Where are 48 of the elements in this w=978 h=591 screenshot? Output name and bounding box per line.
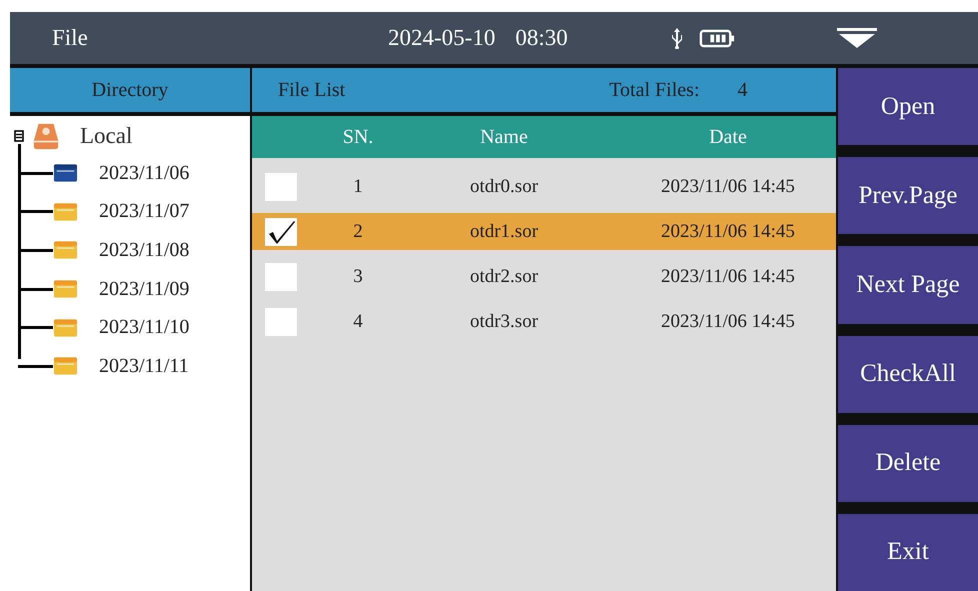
collapse-icon[interactable] [14,130,24,142]
file-row[interactable]: 4 otdr3.sor 2023/11/06 14:45 [252,299,836,344]
tree-item[interactable]: 2023/11/08 [99,238,190,262]
checkbox[interactable] [265,262,297,292]
time-text: 08:30 [515,25,568,51]
table-cell-text: otdr0.sor [468,176,540,198]
side-button[interactable]: CheckAll [838,336,978,413]
file-row[interactable]: 2 otdr1.sor 2023/11/06 14:45 [252,213,836,250]
directory-heading: Directory [92,78,168,102]
table-cell-text: otdr3.sor [468,310,540,332]
file-row[interactable]: 3 otdr2.sor 2023/11/06 14:45 [252,254,836,299]
date-text: 2024-05-10 [388,25,496,51]
table-cell-text: otdr1.sor [468,220,540,242]
file-row[interactable]: 1 otdr0.sor 2023/11/06 14:45 [252,164,836,209]
table-cell-text: 4 [352,310,364,332]
tree-item[interactable]: Local [80,123,132,149]
side-button[interactable]: Delete [838,424,978,502]
dropdown-icon[interactable] [836,28,877,48]
table-cell-text: 2023/11/06 14:45 [660,220,796,242]
tree-item[interactable]: 2023/11/10 [99,316,190,340]
column-header: Date [708,126,748,148]
tree-item[interactable]: 2023/11/11 [99,354,189,378]
file-list-heading: File List [278,78,346,102]
battery-icon [698,28,735,48]
side-button[interactable]: Exit [838,514,978,591]
checkbox[interactable] [265,216,297,246]
tree-item[interactable]: 2023/11/06 [99,162,190,185]
table-cell-text: 3 [352,266,364,288]
drive-icon [32,122,60,150]
side-button[interactable]: Next Page [838,246,978,324]
table-cell-text: 2023/11/06 14:45 [660,176,796,198]
side-button[interactable]: Open [838,68,978,146]
column-header: SN. [342,126,374,148]
usb-icon [670,27,684,49]
column-header: Name [479,126,529,148]
table-cell-text: 2 [352,220,364,242]
tree-item[interactable]: 2023/11/09 [99,278,190,301]
checkbox[interactable] [265,306,297,336]
table-cell-text: 2023/11/06 14:45 [660,266,796,288]
total-files-label: Total Files: [609,78,700,102]
screen-title: File [52,25,89,51]
tree-item[interactable]: 2023/11/07 [99,200,190,224]
table-cell-text: 1 [352,176,364,198]
table-cell-text: 2023/11/06 14:45 [660,310,796,332]
total-files-count: 4 [738,78,748,102]
checkbox[interactable] [265,172,297,202]
table-cell-text: otdr2.sor [468,266,540,288]
side-button[interactable]: Prev.Page [838,157,978,234]
